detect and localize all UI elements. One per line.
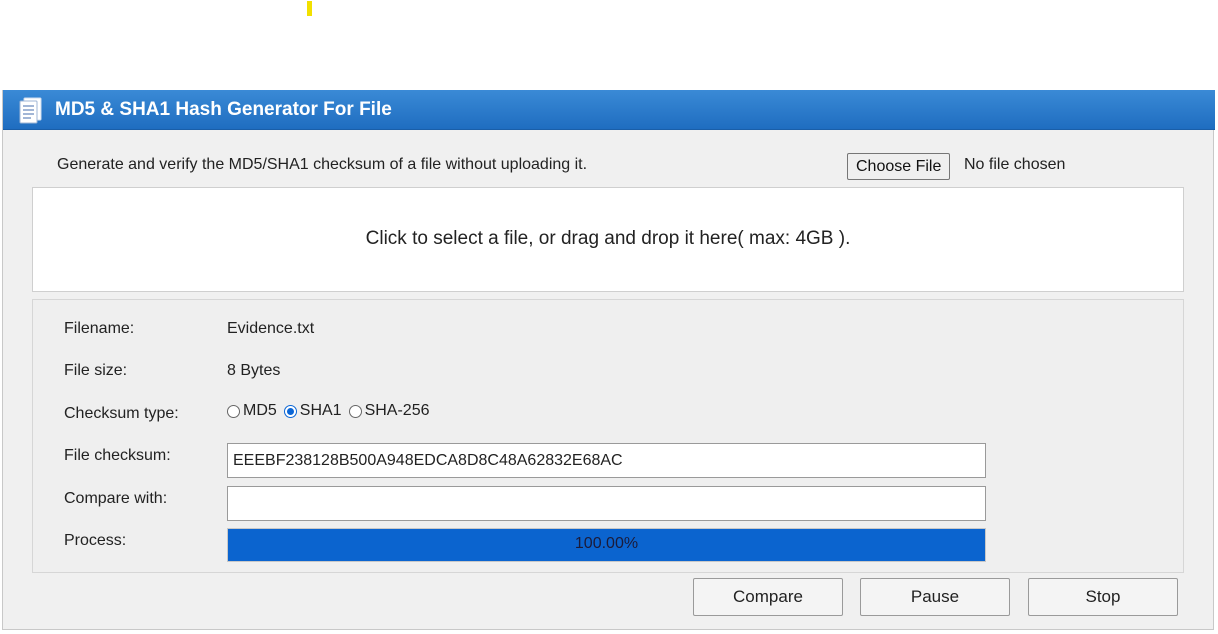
file-checksum-field[interactable] (227, 443, 986, 478)
filename-label: Filename: (64, 320, 135, 337)
filesize-value: 8 Bytes (227, 362, 281, 379)
hash-generator-panel: MD5 & SHA1 Hash Generator For File Gener… (2, 90, 1215, 630)
no-file-status: No file chosen (964, 156, 1066, 173)
filename-value: Evidence.txt (227, 320, 315, 337)
checksum-type-label: Checksum type: (64, 405, 179, 422)
compare-with-label: Compare with: (64, 490, 168, 507)
radio-sha256[interactable] (348, 404, 362, 418)
radio-sha1[interactable] (283, 404, 297, 418)
choose-file-button[interactable]: Choose File (847, 153, 951, 180)
pause-button[interactable]: Pause (860, 578, 1010, 616)
process-label: Process: (64, 532, 127, 549)
compare-with-field[interactable] (227, 486, 986, 521)
stop-button[interactable]: Stop (1028, 578, 1178, 616)
radio-md5[interactable] (227, 404, 240, 418)
document-icon (19, 97, 42, 124)
file-checksum-label: File checksum: (64, 447, 171, 464)
cursor-highlight (307, 1, 312, 16)
description-text: Generate and verify the MD5/SHA1 checksu… (57, 156, 588, 173)
filesize-label: File size: (64, 362, 128, 379)
compare-button[interactable]: Compare (693, 578, 843, 616)
radio-md5-label[interactable]: MD5 (243, 402, 277, 420)
dropzone-text: Click to select a file, or drag and drop… (365, 228, 851, 249)
radio-sha1-label[interactable]: SHA1 (300, 402, 342, 420)
panel-titlebar: MD5 & SHA1 Hash Generator For File (3, 90, 1215, 130)
progress-text: 100.00% (574, 535, 639, 552)
panel-title: MD5 & SHA1 Hash Generator For File (55, 99, 392, 120)
checksum-type-group: MD5 SHA1 SHA-256 (227, 402, 437, 420)
file-dropzone[interactable]: Click to select a file, or drag and drop… (32, 187, 1184, 292)
radio-sha256-label[interactable]: SHA-256 (365, 402, 430, 420)
process-progress-bar: 100.00% (227, 528, 986, 562)
file-info-box: Filename: Evidence.txt File size: 8 Byte… (32, 299, 1184, 573)
